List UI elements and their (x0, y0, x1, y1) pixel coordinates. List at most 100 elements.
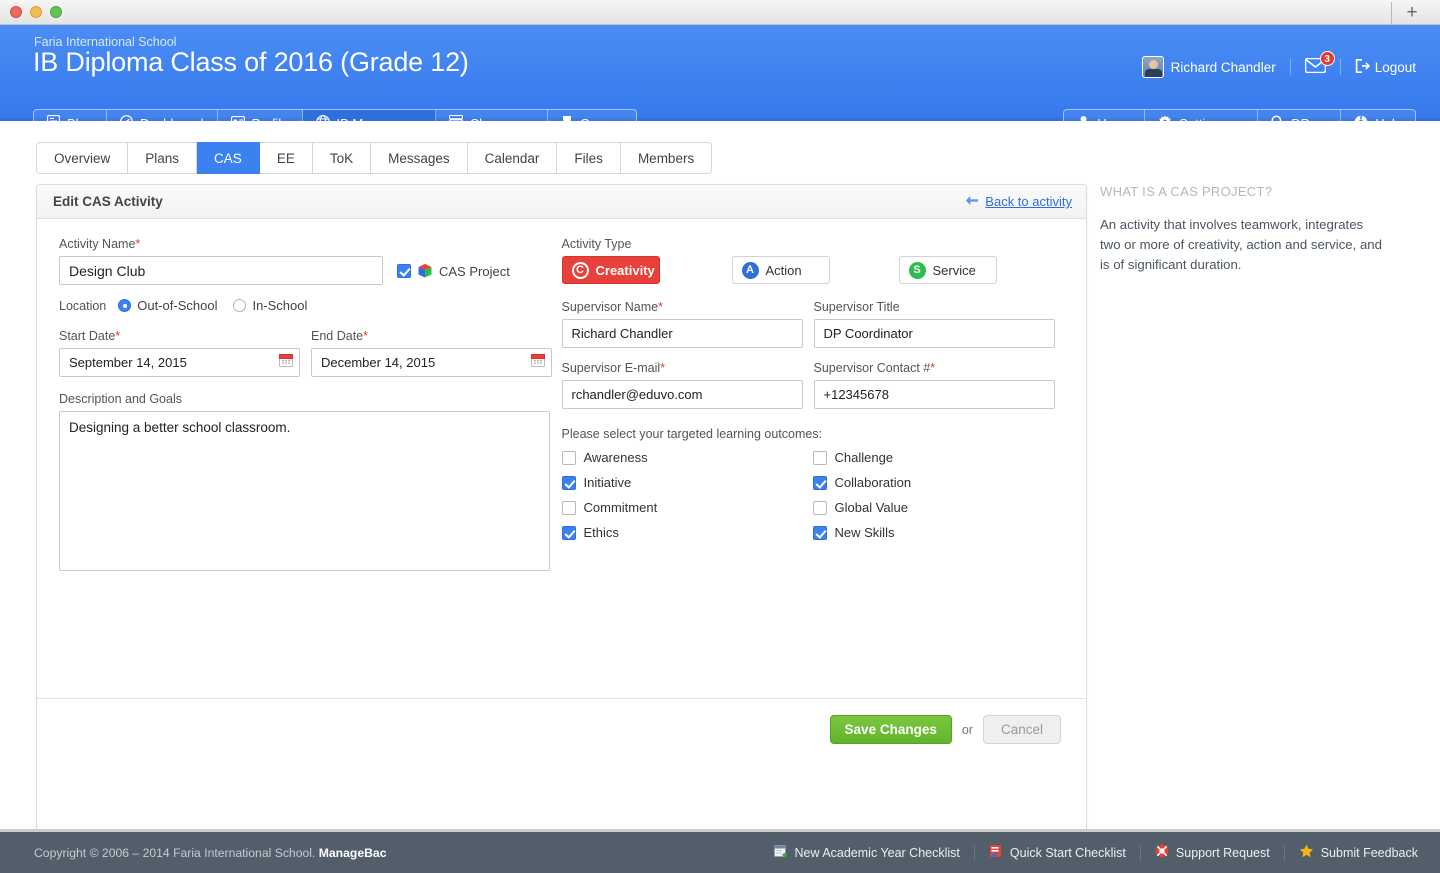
location-row: Location Out-of-School In-School (59, 298, 562, 313)
location-radio-in-school[interactable] (233, 299, 247, 312)
cas-project-checkbox[interactable] (397, 264, 411, 278)
tab-members[interactable]: Members (620, 142, 713, 174)
outcome-commitment[interactable]: Commitment (561, 500, 813, 515)
tab-plans[interactable]: Plans (128, 142, 198, 174)
user-name[interactable]: Richard Chandler (1171, 60, 1276, 75)
outcome-awareness[interactable]: Awareness (561, 450, 813, 465)
description-label: Description and Goals (59, 392, 182, 406)
minimize-window-button[interactable] (30, 6, 42, 18)
supervisor-name-input[interactable] (561, 319, 803, 348)
outcome-ethics[interactable]: Ethics (561, 525, 813, 540)
supervisor-title-label: Supervisor Title (813, 300, 900, 314)
outcome-checkbox[interactable] (561, 500, 576, 515)
divider (1289, 59, 1291, 75)
date-row: Start Date* End Date* (59, 329, 562, 377)
star-icon (1299, 844, 1314, 861)
supervisor-email-field: Supervisor E-mail* (561, 361, 803, 409)
activity-type-group: C Creativity A Action S Service (561, 256, 1065, 284)
activity-name-input[interactable] (59, 256, 383, 285)
outcome-checkbox[interactable] (812, 525, 827, 540)
form-left-column: Activity Name* CAS Project (59, 237, 562, 576)
calendar-icon[interactable] (279, 354, 293, 367)
footer-links: New Academic Year Checklist Quick Start … (773, 844, 1418, 861)
outcome-checkbox[interactable] (812, 500, 827, 515)
outcome-checkbox[interactable] (561, 475, 576, 490)
lifebuoy-icon (1155, 844, 1169, 861)
cas-project-toggle[interactable]: CAS Project (397, 263, 510, 285)
page-body: Overview Plans CAS EE ToK Messages Calen… (0, 121, 1440, 844)
start-date-input[interactable] (59, 348, 300, 377)
creativity-badge-icon: C (571, 261, 589, 279)
activity-type-creativity[interactable]: C Creativity (561, 256, 660, 284)
outcome-checkbox[interactable] (561, 450, 576, 465)
outcome-label: Global Value (834, 500, 908, 515)
supervisor-title-input[interactable] (813, 319, 1055, 348)
location-option-label[interactable]: In-School (252, 298, 307, 313)
end-date-input[interactable] (311, 348, 552, 377)
outcome-challenge[interactable]: Challenge (812, 450, 1064, 465)
cas-project-cube-icon (417, 263, 433, 279)
page-title: IB Diploma Class of 2016 (Grade 12) (33, 47, 469, 77)
cancel-button[interactable]: Cancel (982, 715, 1061, 744)
supervisor-contact-input[interactable] (813, 380, 1055, 409)
new-tab-button[interactable]: + (1392, 0, 1432, 24)
learning-outcomes-title: Please select your targeted learning out… (561, 427, 823, 441)
footer-link-new-academic-year-checklist[interactable]: New Academic Year Checklist (773, 844, 960, 861)
divider (1283, 845, 1285, 860)
activity-type-service[interactable]: S Service (898, 256, 997, 284)
avatar[interactable] (1141, 56, 1164, 78)
tab-cas[interactable]: CAS (197, 142, 260, 174)
outcome-global-value[interactable]: Global Value (812, 500, 1064, 515)
activity-type-label: Activity Type (561, 237, 632, 251)
location-radio-out-of-school[interactable] (118, 299, 132, 312)
calendar-icon[interactable] (531, 354, 545, 367)
description-textarea[interactable]: Designing a better school classroom. (59, 411, 550, 571)
outcome-checkbox[interactable] (561, 525, 576, 540)
activity-type-option-label: Action (765, 262, 802, 278)
section-tabs: Overview Plans CAS EE ToK Messages Calen… (36, 142, 713, 174)
tab-ee[interactable]: EE (259, 142, 313, 174)
form-actions: Save Changes or Cancel (37, 698, 1086, 760)
location-option-label[interactable]: Out-of-School (137, 298, 217, 313)
cas-activity-form: Activity Name* CAS Project (37, 219, 1086, 576)
help-aside: WHAT IS A CAS PROJECT? An activity that … (1100, 184, 1400, 275)
footer-link-support-request[interactable]: Support Request (1155, 844, 1270, 861)
close-window-button[interactable] (10, 6, 22, 18)
required-marker: * (660, 361, 666, 375)
save-changes-button[interactable]: Save Changes (829, 715, 952, 744)
outcome-label: Collaboration (834, 475, 912, 490)
maximize-window-button[interactable] (50, 6, 62, 18)
footer-link-submit-feedback[interactable]: Submit Feedback (1299, 844, 1418, 861)
location-label: Location (59, 298, 107, 313)
tab-tok[interactable]: ToK (312, 142, 372, 174)
message-count-badge: 3 (1319, 51, 1335, 66)
activity-type-action[interactable]: A Action (731, 256, 830, 284)
tab-overview[interactable]: Overview (36, 142, 129, 174)
outcome-checkbox[interactable] (812, 450, 827, 465)
tab-messages[interactable]: Messages (371, 142, 468, 174)
outcome-label: Commitment (583, 500, 658, 515)
required-marker: * (930, 361, 936, 375)
supervisor-email-input[interactable] (561, 380, 803, 409)
divider (1139, 845, 1141, 860)
supervisor-contact-label: Supervisor Contact #* (813, 361, 936, 375)
app-footer: Copyright © 2006 – 2014 Faria Internatio… (0, 829, 1440, 873)
outcome-checkbox[interactable] (812, 475, 827, 490)
window-controls (0, 6, 62, 18)
outcome-new-skills[interactable]: New Skills (812, 525, 1064, 540)
app-header: Faria International School IB Diploma Cl… (0, 25, 1440, 137)
required-marker: * (363, 329, 368, 343)
logout-button[interactable]: Logout (1355, 58, 1416, 76)
outcome-collaboration[interactable]: Collaboration (812, 475, 1064, 490)
outcome-label: Initiative (583, 475, 632, 490)
messages-button[interactable]: 3 (1304, 51, 1335, 76)
panel-title: Edit CAS Activity (53, 194, 163, 209)
outcome-label: Challenge (834, 450, 894, 465)
service-badge-icon: S (908, 261, 926, 279)
outcome-initiative[interactable]: Initiative (561, 475, 813, 490)
footer-link-quick-start-checklist[interactable]: Quick Start Checklist (989, 844, 1126, 861)
tab-files[interactable]: Files (557, 142, 621, 174)
back-to-activity-link[interactable]: Back to activity (965, 194, 1072, 209)
supervisor-fields: Supervisor Name* Supervisor Title Superv… (561, 300, 1065, 409)
tab-calendar[interactable]: Calendar (467, 142, 558, 174)
